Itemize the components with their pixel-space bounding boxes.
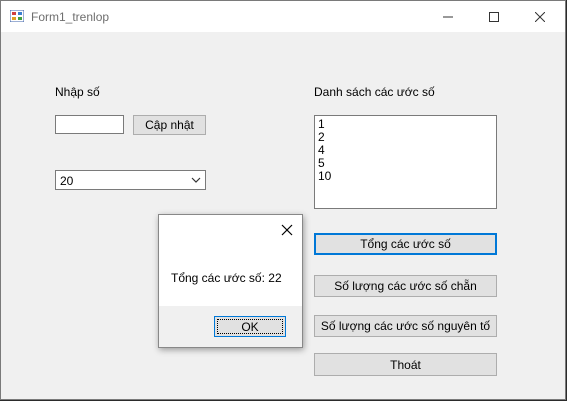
update-button[interactable]: Cập nhật <box>133 115 206 135</box>
sum-divisors-button[interactable]: Tổng các ước số <box>314 233 497 255</box>
title-bar[interactable]: Form1_trenlop <box>1 1 565 32</box>
combobox-value: 20 <box>60 174 74 188</box>
list-item[interactable]: 2 <box>318 131 493 144</box>
list-item[interactable]: 10 <box>318 170 493 183</box>
message-dialog: Tổng các ước số: 22 OK <box>158 214 303 348</box>
input-label: Nhập số <box>55 85 100 99</box>
number-combobox[interactable]: 20 <box>55 170 206 190</box>
list-item[interactable]: 4 <box>318 144 493 157</box>
form-app-icon <box>10 10 24 22</box>
exit-button[interactable]: Thoát <box>314 353 497 376</box>
close-button[interactable] <box>517 1 563 32</box>
close-icon <box>535 11 545 22</box>
chevron-down-icon[interactable] <box>191 175 201 185</box>
dialog-message: Tổng các ước số: 22 <box>171 271 282 285</box>
list-item[interactable]: 1 <box>318 118 493 131</box>
ok-button[interactable]: OK <box>214 316 286 337</box>
window-title: Form1_trenlop <box>31 10 110 24</box>
dialog-footer: OK <box>159 306 302 347</box>
list-item[interactable]: 5 <box>318 157 493 170</box>
minimize-button[interactable] <box>425 1 471 32</box>
focus-ring <box>217 319 283 334</box>
even-count-button[interactable]: Số lượng các ước số chẵn <box>314 275 497 297</box>
prime-count-button[interactable]: Số lượng các ước số nguyên tố <box>314 315 497 337</box>
close-icon[interactable] <box>279 222 295 238</box>
maximize-button[interactable] <box>471 1 517 32</box>
divisor-list-label: Danh sách các ước số <box>314 85 435 99</box>
number-input[interactable] <box>55 115 124 134</box>
minimize-icon <box>443 16 453 17</box>
divisor-listbox[interactable]: 1 2 4 5 10 <box>314 115 497 209</box>
main-window: Form1_trenlop Nhập số Cập nhật 20 Danh s… <box>0 0 566 400</box>
maximize-icon <box>489 11 499 22</box>
